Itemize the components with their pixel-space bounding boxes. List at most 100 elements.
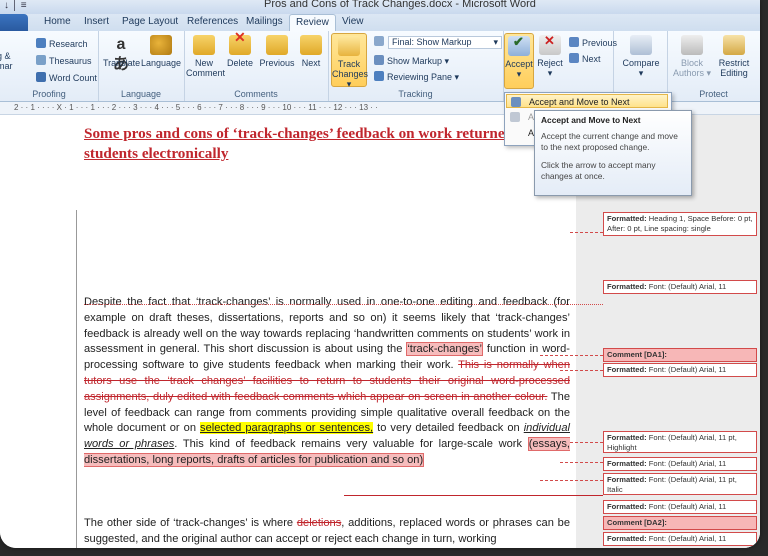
previous-change-button[interactable]: Previous (569, 37, 617, 48)
tab-review[interactable]: Review (289, 14, 336, 31)
restrict-editing-label-1: Restrict (718, 58, 750, 68)
formatting-balloon[interactable]: Formatted: Font: (Default) Arial, 11 (603, 280, 757, 294)
translate-label: Translate (103, 58, 141, 68)
formatting-balloon[interactable]: Formatted: Font: (Default) Arial, 11 pt,… (603, 431, 757, 453)
connector-line (344, 495, 603, 496)
previous-comment-button[interactable]: Previous (257, 35, 297, 68)
paragraph-1-text-d: to very detailed feedback on (373, 422, 524, 435)
new-comment-label-1: New (194, 58, 213, 68)
research-label: Research (49, 39, 88, 49)
tooltip-hint: Click the arrow to accept many changes a… (541, 160, 656, 181)
connector-line (540, 480, 603, 481)
reject-label: Reject (537, 58, 563, 68)
thesaurus-button[interactable]: Thesaurus (36, 55, 92, 66)
accept-change-icon (510, 112, 520, 122)
reviewing-pane-icon (374, 71, 384, 81)
reject-dropdown-icon: ▾ (547, 68, 553, 78)
balloon-label: Formatted: (607, 433, 647, 442)
comment-balloon-da2[interactable]: Comment [DA2]: (603, 516, 757, 530)
show-markup-dropdown-icon: ▾ (442, 56, 450, 66)
restrict-editing-button[interactable]: Restrict Editing (713, 35, 755, 78)
show-markup-button[interactable]: Show Markup ▾ (374, 55, 449, 67)
language-group: aあ Translate Language Language (98, 31, 185, 101)
formatting-balloon[interactable]: Formatted: Heading 1, Space Before: 0 pt… (603, 212, 757, 236)
balloon-text: Font: (Default) Arial, 11 (646, 534, 727, 543)
tab-references[interactable]: References (187, 16, 238, 27)
reject-button[interactable]: ✕ Reject ▾ (535, 34, 565, 78)
protect-group-label: Protect (699, 89, 728, 99)
quick-access-toolbar[interactable]: ↓ │ ≡ (4, 0, 27, 11)
next-change-icon (569, 53, 579, 63)
formatting-balloon[interactable]: Formatted: Font: (Default) Arial, 11 (603, 532, 757, 546)
accept-button[interactable]: ✔ Accept ▾ (504, 33, 534, 89)
display-for-review-dropdown[interactable]: Final: Show Markup ▾ (388, 36, 502, 49)
block-authors-button[interactable]: Block Authors ▾ (672, 35, 712, 78)
compare-group: Compare ▾ (613, 31, 668, 101)
track-changes-icon (338, 36, 360, 56)
deleted-word[interactable]: deletions (297, 517, 341, 529)
translate-icon: aあ (112, 36, 129, 73)
new-comment-icon (193, 35, 215, 55)
comment-anchor-da1[interactable]: ‘track-changes’ (406, 342, 483, 357)
lock-icon (723, 35, 745, 55)
next-change-button[interactable]: Next (569, 53, 601, 64)
accept-icon: ✔ (508, 35, 530, 56)
accept-dropdown-icon: ▾ (516, 69, 522, 79)
paragraph-2[interactable]: The other side of ‘track-changes’ is whe… (84, 516, 570, 548)
tab-page-layout[interactable]: Page Layout (122, 16, 178, 27)
display-for-review-value: Final: Show Markup (392, 37, 472, 47)
formatting-balloon[interactable]: Formatted: Font: (Default) Arial, 11 (603, 500, 757, 514)
balloon-label: Comment [DA1]: (607, 350, 667, 359)
block-authors-icon (681, 35, 703, 55)
word-count-button[interactable]: Word Count (36, 72, 97, 83)
paragraph-1-text-e: . This kind of feedback remains very val… (174, 438, 528, 451)
file-tab[interactable] (0, 14, 28, 31)
thesaurus-icon (36, 55, 46, 65)
translate-button[interactable]: aあ Translate (103, 35, 141, 73)
previous-comment-icon (266, 35, 288, 55)
tab-insert[interactable]: Insert (84, 16, 109, 27)
window-title: Pros and Cons of Track Changes.docx - Mi… (264, 0, 536, 10)
balloon-label: Formatted: (607, 502, 647, 511)
connector-line (570, 232, 603, 233)
new-comment-button[interactable]: New Comment (186, 35, 225, 78)
document-heading[interactable]: Some pros and cons of ‘track-changes’ fe… (84, 124, 574, 164)
thesaurus-label: Thesaurus (49, 56, 92, 66)
compare-button[interactable]: Compare ▾ (619, 35, 663, 78)
research-button[interactable]: Research (36, 38, 88, 49)
reviewing-pane-button[interactable]: Reviewing Pane ▾ (374, 71, 459, 83)
spelling-label: g & (0, 51, 11, 61)
paragraph-1[interactable]: Despite the fact that ‘track-changes’ is… (84, 295, 570, 469)
next-comment-button[interactable]: Next (296, 35, 326, 68)
tooltip-title: Accept and Move to Next (541, 115, 641, 125)
connector-line (570, 442, 603, 443)
language-label: Language (140, 58, 182, 68)
balloon-text: Font: (Default) Arial, 11 (646, 365, 727, 374)
compare-icon (630, 35, 652, 55)
formatting-balloon[interactable]: Formatted: Font: (Default) Arial, 11 pt,… (603, 473, 757, 495)
accept-tooltip: Accept and Move to Next Accept the curre… (534, 110, 692, 196)
formatting-balloon[interactable]: Formatted: Font: (Default) Arial, 11 (603, 457, 757, 471)
word-count-label: Word Count (49, 73, 97, 83)
tab-home[interactable]: Home (44, 16, 71, 27)
track-changes-label-2: Changes (332, 69, 369, 79)
display-for-review-row (374, 36, 387, 47)
research-icon (36, 38, 46, 48)
word-count-icon (36, 72, 46, 82)
reviewing-pane-label: Reviewing Pane (387, 72, 453, 82)
menu-item-accept-and-move-next[interactable]: Accept and Move to Next (506, 94, 668, 108)
compare-label: Compare (622, 58, 660, 68)
connector-line (540, 355, 603, 356)
highlighted-text[interactable]: selected paragraphs or sentences, (200, 422, 374, 435)
tab-view[interactable]: View (342, 16, 364, 27)
delete-comment-button[interactable]: ✕ Delete (224, 30, 256, 68)
balloon-label: Formatted: (607, 459, 647, 468)
spelling-grammar-button[interactable]: g & mar (0, 51, 13, 71)
track-changes-button[interactable]: Track Changes ▾ (331, 33, 369, 89)
formatting-balloon[interactable]: Formatted: Font: (Default) Arial, 11 (603, 363, 757, 377)
tab-mailings[interactable]: Mailings (246, 16, 283, 27)
comment-balloon-da1[interactable]: Comment [DA1]: (603, 348, 757, 362)
language-button[interactable]: Language (140, 35, 182, 68)
word-window: ↓ │ ≡ Pros and Cons of Track Changes.doc… (0, 0, 760, 548)
balloon-label: Formatted: (607, 365, 647, 374)
